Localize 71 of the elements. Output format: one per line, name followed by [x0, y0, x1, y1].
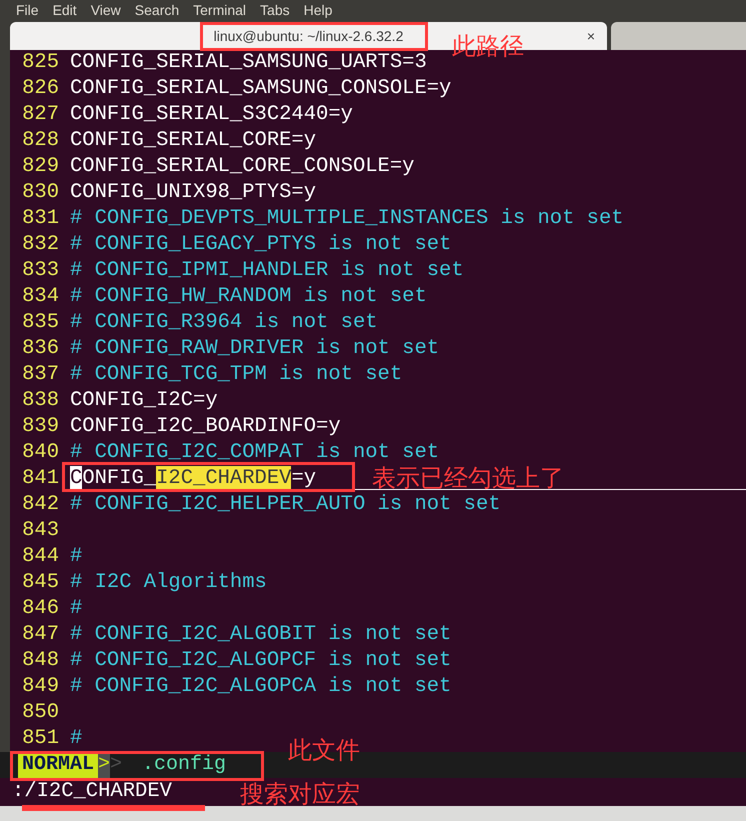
command-line: :/I2C_CHARDEV [12, 778, 172, 805]
annotation-text: 搜索对应宏 [240, 780, 360, 810]
comment-text: # CONFIG_I2C_ALGOPCA is not set [70, 674, 452, 700]
line-number: 847 [22, 622, 59, 648]
code-text: CONFIG_UNIX98_PTYS=y [70, 180, 316, 206]
line-number: 844 [22, 544, 59, 570]
code-text: =y [291, 466, 316, 489]
comment-text: # CONFIG_I2C_COMPAT is not set [70, 440, 440, 466]
arrow-text: > [110, 752, 122, 778]
line-number: 825 [22, 50, 59, 76]
menu-item[interactable]: Help [304, 0, 332, 20]
menu-item[interactable]: Search [134, 0, 180, 20]
comment-text: # CONFIG_LEGACY_PTYS is not set [70, 232, 452, 258]
menu-item[interactable]: Edit [52, 0, 77, 20]
menu-item[interactable]: File [16, 0, 39, 20]
line-number: 828 [22, 128, 59, 154]
comment-text: # CONFIG_DEVPTS_MULTIPLE_INSTANCES is not set [70, 206, 624, 232]
code-text: ONFIG_ [82, 466, 156, 489]
annotation-text: 此文件 [288, 736, 360, 766]
code-text: CONFIG_SERIAL_SAMSUNG_CONSOLE=y [70, 76, 452, 102]
mode-indicator: NORMAL [18, 752, 98, 778]
line-number: 827 [22, 102, 59, 128]
comment-text: # [70, 544, 82, 570]
line-number: 846 [22, 596, 59, 622]
comment-text: # I2C Algorithms [70, 570, 267, 596]
line-number: 841 [22, 466, 59, 492]
comment-text: # CONFIG_IPMI_HANDLER is not set [70, 258, 464, 284]
line-number: 836 [22, 336, 59, 362]
annotation-text: 表示已经勾选上了 [372, 464, 564, 494]
terminal-tab[interactable] [611, 22, 746, 50]
line-number: 848 [22, 648, 59, 674]
line-number: 833 [22, 258, 59, 284]
line-number: 842 [22, 492, 59, 518]
code-text: CONFIG_SERIAL_CORE=y [70, 128, 316, 154]
comment-text: # CONFIG_TCG_TPM is not set [70, 362, 402, 388]
line-number: 837 [22, 362, 59, 388]
comment-text: # CONFIG_R3964 is not set [70, 310, 378, 336]
comment-text: # CONFIG_RAW_DRIVER is not set [70, 336, 440, 362]
comment-text: # CONFIG_I2C_ALGOBIT is not set [70, 622, 452, 648]
line-number: 838 [22, 388, 59, 414]
code-text: CONFIG_SERIAL_S3C2440=y [70, 102, 353, 128]
cursor-character: C [70, 466, 82, 489]
comment-text: # [70, 726, 82, 752]
line-number: 835 [22, 310, 59, 336]
line-number: 849 [22, 674, 59, 700]
code-text: CONFIG_SERIAL_CORE_CONSOLE=y [70, 154, 414, 180]
comment-text: # CONFIG_I2C_ALGOPCF is not set [70, 648, 452, 674]
line-number: 840 [22, 440, 59, 466]
comment-text: # [70, 596, 82, 622]
line-number: 839 [22, 414, 59, 440]
line-number: 832 [22, 232, 59, 258]
line-number: 831 [22, 206, 59, 232]
file-name: .config [142, 752, 226, 778]
menu-item[interactable]: Terminal [193, 0, 246, 20]
menu-item[interactable]: Tabs [260, 0, 290, 20]
line-number: 843 [22, 518, 59, 544]
comment-text: # CONFIG_HW_RANDOM is not set [70, 284, 427, 310]
line-number: 851 [22, 726, 59, 752]
comment-text: # CONFIG_I2C_HELPER_AUTO is not set [70, 492, 501, 518]
line-number: 829 [22, 154, 59, 180]
line-number: 834 [22, 284, 59, 310]
code-text: CONFIG_SERIAL_SAMSUNG_UARTS=3 [70, 50, 427, 76]
code-text: CONFIG_I2C_BOARDINFO=y [70, 414, 341, 440]
menu-item[interactable]: View [90, 0, 121, 20]
close-button[interactable]: × [586, 26, 595, 46]
line-number: 850 [22, 700, 59, 726]
line-number: 845 [22, 570, 59, 596]
code-text: CONFIG_I2C=y [70, 388, 218, 414]
separator-text: > [98, 752, 110, 778]
line-number: 826 [22, 76, 59, 102]
line-number: 830 [22, 180, 59, 206]
